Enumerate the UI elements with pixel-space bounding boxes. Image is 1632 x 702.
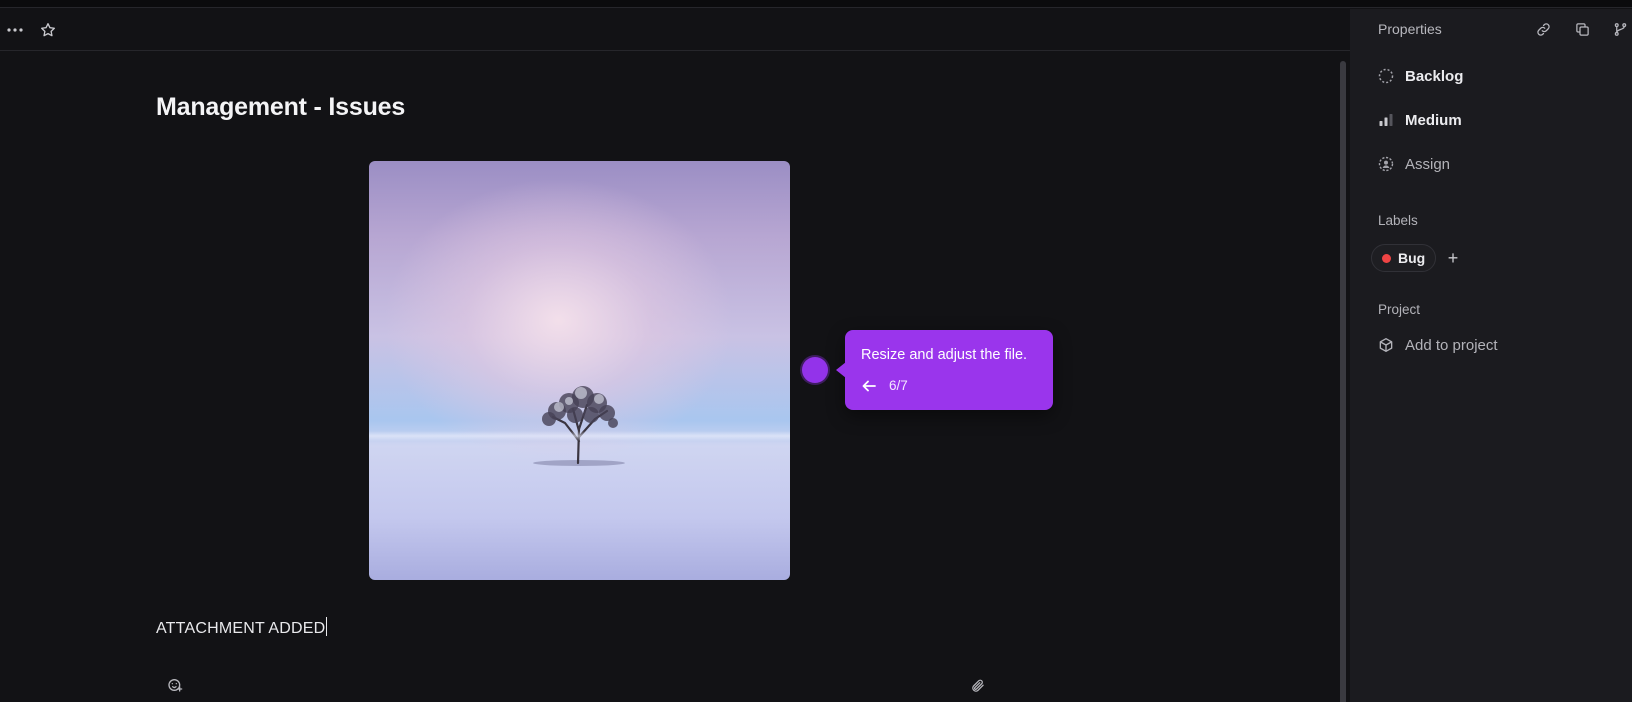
tour-tooltip: Resize and adjust the file. 6/7: [836, 330, 1053, 410]
priority-value: Medium: [1405, 111, 1462, 129]
assignee-property[interactable]: Assign: [1378, 150, 1450, 178]
paperclip-icon[interactable]: [968, 676, 986, 694]
editor-toolbar: [0, 9, 1350, 51]
add-label-icon[interactable]: +: [1442, 247, 1464, 269]
copy-id-icon[interactable]: [1573, 20, 1591, 38]
cube-icon: [1379, 338, 1393, 352]
arrow-left-icon[interactable]: [859, 377, 879, 395]
status-property[interactable]: Backlog: [1378, 62, 1463, 90]
priority-medium-icon: [1379, 114, 1393, 126]
attached-image[interactable]: [369, 161, 790, 580]
description-text: ATTACHMENT ADDED: [156, 620, 326, 637]
tour-beacon[interactable]: [802, 357, 828, 383]
label-color-dot: [1382, 253, 1391, 263]
more-horizontal-icon[interactable]: [4, 19, 26, 41]
labels-title: Labels: [1378, 213, 1418, 228]
assignee-value: Assign: [1405, 155, 1451, 173]
emoji-add-icon[interactable]: [166, 676, 184, 694]
add-to-project-button[interactable]: Add to project: [1378, 331, 1498, 359]
label-chip-bug[interactable]: Bug: [1371, 244, 1437, 272]
add-to-project-label: Add to project: [1405, 336, 1498, 354]
label-name: Bug: [1398, 250, 1426, 266]
issue-title[interactable]: Management - Issues: [156, 93, 405, 122]
editor-scrollbar[interactable]: [1340, 61, 1346, 702]
backlog-status-icon: [1378, 68, 1394, 84]
project-title: Project: [1378, 302, 1421, 317]
tour-tooltip-text: Resize and adjust the file.: [861, 347, 1028, 363]
branch-icon[interactable]: [1611, 20, 1629, 38]
text-caret: [326, 617, 328, 636]
assignee-icon: [1378, 156, 1394, 172]
status-value: Backlog: [1405, 67, 1464, 85]
issue-editor: Management - Issues ATTACHMENT ADDED: [0, 9, 1350, 702]
tour-step-counter: 6/7: [889, 378, 908, 393]
priority-property[interactable]: Medium: [1378, 106, 1462, 134]
properties-header: Properties: [1378, 21, 1442, 37]
issue-description[interactable]: ATTACHMENT ADDED: [156, 617, 328, 638]
star-icon[interactable]: [37, 19, 59, 41]
properties-panel: Properties Backlog Medium Assign Labels …: [1350, 9, 1632, 702]
tree-illustration: [533, 386, 625, 466]
window-top-strip: [0, 0, 1632, 8]
link-icon[interactable]: [1534, 20, 1552, 38]
